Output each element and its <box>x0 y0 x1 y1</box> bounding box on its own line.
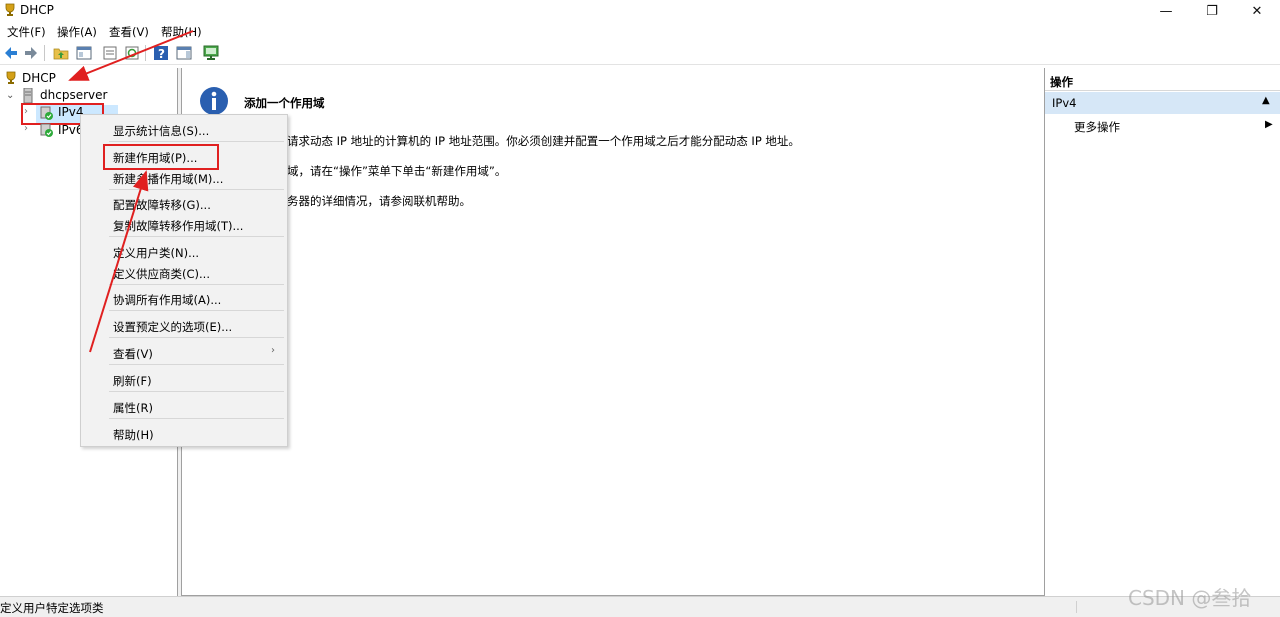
status-text: 定义用户特定选项类 <box>0 601 104 615</box>
annotation-arrows <box>68 30 194 353</box>
watermark: CSDN @叁拾 <box>1128 586 1252 610</box>
status-bar: 定义用户特定选项类 <box>0 596 1280 617</box>
arrow-menu-to-dhcp <box>68 30 194 81</box>
arrow-to-new-scope <box>89 170 149 353</box>
